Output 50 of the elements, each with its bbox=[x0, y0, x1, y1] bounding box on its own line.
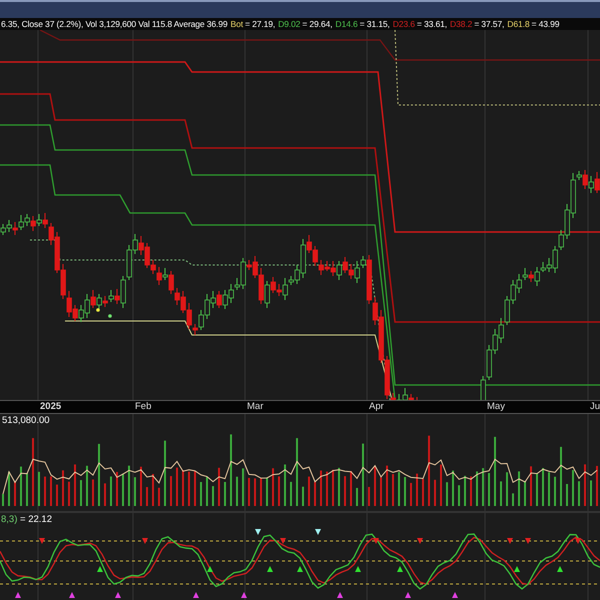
down-arrow-icon bbox=[507, 538, 513, 544]
up-arrow-icon bbox=[337, 592, 343, 598]
up-arrow-icon bbox=[297, 566, 303, 572]
axis-label: May bbox=[486, 401, 505, 412]
down-arrow-icon bbox=[417, 538, 423, 544]
indicator-label: D14.6 bbox=[335, 19, 358, 29]
up-arrow-icon bbox=[69, 592, 75, 598]
up-arrow-icon bbox=[405, 592, 411, 598]
axis-label: Apr bbox=[368, 401, 384, 412]
up-arrow-icon bbox=[97, 566, 103, 572]
volume-scale-label: 513,080.00 bbox=[2, 415, 50, 426]
up-arrow-icon bbox=[207, 566, 213, 572]
indicator-label: D38.2 bbox=[450, 19, 472, 29]
indicator-label: D23.6 bbox=[392, 19, 415, 29]
indicator-value: = 43.99 bbox=[531, 19, 560, 29]
up-arrow-icon bbox=[15, 592, 21, 598]
up-arrow-icon bbox=[452, 592, 458, 598]
indicator-value: = 31.15, bbox=[360, 19, 390, 29]
axis-label: 2025 bbox=[39, 401, 62, 412]
axis-label: Mar bbox=[246, 401, 264, 412]
indicator-value: = 27.19, bbox=[245, 19, 276, 29]
indicator-value: = 33.61, bbox=[416, 19, 447, 29]
axis-label: Feb bbox=[134, 401, 152, 412]
down-arrow-icon bbox=[525, 538, 531, 544]
oscillator-label: 8,3) bbox=[1, 514, 18, 525]
quote-summary: 6.35, Close 37 (2.2%), Vol 3,129,600 Val 115.8 Average 36.99 bbox=[1, 19, 228, 29]
indicator-value: = 37.57, bbox=[474, 19, 504, 29]
up-arrow-icon bbox=[514, 566, 520, 572]
up-arrow-icon bbox=[397, 566, 403, 572]
indicator-value: = 29.64, bbox=[302, 19, 332, 29]
signal-dot bbox=[108, 314, 112, 318]
indicator-label: Bot bbox=[230, 19, 243, 29]
down-arrow-icon bbox=[39, 538, 45, 544]
up-arrow-icon bbox=[241, 592, 247, 598]
up-arrow-icon bbox=[355, 566, 361, 572]
down-arrow-icon bbox=[280, 538, 286, 544]
axis-label: Ju bbox=[589, 401, 600, 412]
up-arrow-icon bbox=[557, 566, 563, 572]
down-arrow-icon bbox=[255, 529, 261, 535]
down-arrow-icon bbox=[373, 538, 379, 544]
oscillator-value: = 22.12 bbox=[20, 514, 52, 525]
indicator-label: D61.8 bbox=[507, 19, 530, 29]
signal-dot bbox=[96, 308, 100, 312]
up-arrow-icon bbox=[115, 592, 121, 598]
down-arrow-icon bbox=[142, 538, 148, 544]
down-arrow-icon bbox=[315, 529, 321, 535]
down-arrow-icon bbox=[575, 538, 581, 544]
up-arrow-icon bbox=[193, 592, 199, 598]
up-arrow-icon bbox=[267, 566, 273, 572]
indicator-label: D9.02 bbox=[278, 19, 300, 29]
